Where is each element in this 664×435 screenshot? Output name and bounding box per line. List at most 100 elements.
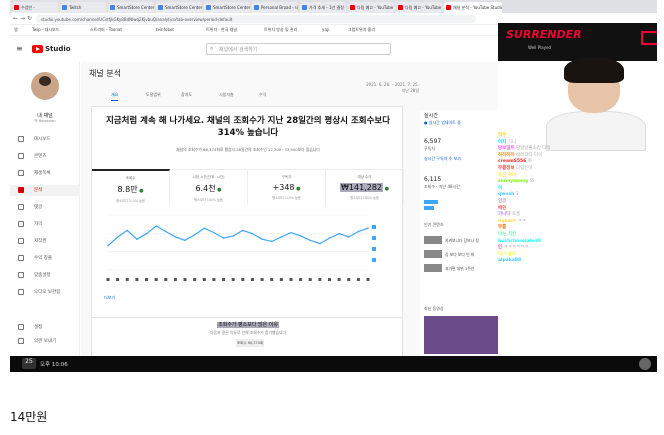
upload-marker-icon[interactable] [299,278,303,281]
sidebar-item[interactable]: 콘텐츠 [10,151,80,162]
check-icon: ● [137,188,144,194]
analytics-tab[interactable]: 수익 [259,92,266,98]
upload-marker-icon[interactable] [337,278,341,281]
realtime-link[interactable]: 실시간 구독자 수 보기 [424,156,461,162]
sidebar-item[interactable]: 저작권 [10,236,80,247]
upload-marker-icon[interactable] [327,278,331,281]
upload-marker-icon[interactable] [250,278,254,281]
bookmark-item[interactable]: 스트리머 - Toonat [90,27,122,33]
reason-views-chip[interactable]: 조회수 66,374회 [236,339,264,347]
upload-marker-icon[interactable] [279,278,283,281]
upload-marker-icon[interactable] [135,278,139,281]
headline: 지금처럼 계속 해 나가세요. 채널의 조회수가 지난 28일간의 평상시 조회… [105,116,391,138]
sidebar-item[interactable]: 설정 [10,322,80,333]
sidebar-item[interactable]: 댓글 [10,202,80,213]
metric-card[interactable]: 구독자 +348 ● 평소보다 115% 높음 [248,169,326,205]
upload-marker-icon[interactable] [356,278,360,281]
date-range[interactable]: 2021. 6. 28. – 2021. 7. 25. 지난 28일 [366,82,419,94]
upload-marker-icon[interactable] [164,278,168,281]
upload-marker-icon[interactable] [231,278,235,281]
upload-marker-icon[interactable] [270,278,274,281]
sidebar-item-label: 자막 [34,222,43,227]
bookmark-item[interactable]: 앱 [14,27,18,33]
tab-favicon-icon [158,5,163,10]
menu-icon[interactable]: ≡ [16,44,23,53]
sidebar-item[interactable]: 오디오 보관함 [10,287,80,298]
top-video-2[interactable]: 감 보다 보다 인 비 [445,252,474,258]
bookmark-item[interactable]: 트위치 - 한국 채널 [206,27,237,33]
upload-marker-icon[interactable] [260,278,264,281]
bookmark-item[interactable]: 트위치 방송 및 관리 [264,27,297,33]
bookmark-item[interactable]: 그랩트위치 올리 [348,27,375,33]
browser-tab[interactable]: SmartStore Center - 네이 [108,2,154,13]
views-point [136,238,138,240]
upload-marker-icon[interactable] [289,278,293,281]
sidebar-item[interactable]: 자막 [10,219,80,230]
youtube-logo-icon[interactable] [32,45,43,53]
video-thumbnail[interactable] [424,236,442,244]
chat-message: creamS556 야 [498,159,532,165]
browser-tab[interactable]: 채널 분석 - YouTube Studio [444,2,502,13]
video-thumbnail[interactable] [424,264,442,272]
upload-marker-icon[interactable] [347,278,351,281]
upload-marker-icon[interactable] [173,278,177,281]
browser-tab[interactable]: 다림 예고 - YouTube [348,2,394,13]
metric-card[interactable]: 예상 수익 ₩141,282 ● 평소보다 185% 높음 [326,169,404,205]
forward-icon[interactable]: → [20,15,25,23]
upload-marker-icon[interactable] [212,278,216,281]
browser-tab[interactable]: 수업반 - [12,2,58,13]
browser-tab[interactable]: SmartStore Center - 네이 [204,2,250,13]
browser-tab[interactable]: 다림 예고 - YouTube [396,2,442,13]
analytics-tab[interactable]: 시청자층 [219,92,234,98]
browser-tab[interactable]: Twitch [60,2,106,13]
search-input[interactable]: ⌕ 채널에서 검색하기 [206,43,391,55]
analytics-tab[interactable]: 개요 [111,92,119,101]
back-icon[interactable]: ← [13,15,18,23]
sidebar-item[interactable]: 의견 보내기 [10,336,80,347]
upload-marker-icon[interactable] [241,278,245,281]
browser-tab[interactable]: Personal Broad - 네이버 [252,2,298,13]
top-video-3[interactable]: 과거편 데뷔 1주년 [445,266,474,272]
analytics-tab[interactable]: 참여도 [181,92,192,98]
upload-marker-icon[interactable] [125,278,129,281]
channel-avatar[interactable] [31,72,59,100]
check-icon: ● [215,187,222,193]
top-content-title: 인기 콘텐츠 [424,222,444,227]
metric-card[interactable]: 조회수 8.8만 ● 평소보다 214% 높음 [92,169,170,205]
upload-marker-icon[interactable] [202,278,206,281]
sidebar-item-label: 저작권 [34,239,47,244]
top-video-1[interactable]: 지켜보니다 당보나 정 [445,238,479,244]
sidebar-item[interactable]: 분석 [10,185,80,196]
see-more-link[interactable]: 더보기 [104,295,115,301]
upload-marker-icon[interactable] [106,278,110,281]
bookmark-item[interactable]: Twip - 대시보드 [32,27,59,33]
browser-tab[interactable]: 가격 추세 - 1년 결정 결정 [300,2,346,13]
reload-icon[interactable]: ↻ [27,15,32,23]
sidebar-item[interactable]: 수익 창출 [10,253,80,264]
upload-marker-icon[interactable] [366,278,370,281]
video-thumbnail[interactable] [424,250,442,258]
sidebar-item-icon [18,153,24,159]
browser-tab[interactable]: SmartStore Center - 네이 [156,2,202,13]
bookmark-item[interactable]: tvinfobot [156,27,174,32]
upload-marker-icon[interactable] [222,278,226,281]
url-field[interactable]: studio.youtube.com/channel/UCstfjkGKy8Bd… [36,15,476,23]
chat-text: 야 [526,159,532,165]
views-point [270,240,273,243]
bookmark-item[interactable]: yap [322,27,329,32]
upload-marker-icon[interactable] [193,278,197,281]
upload-marker-icon[interactable] [145,278,149,281]
sidebar-item[interactable]: 재생목록 [10,168,80,179]
chat-text: 기니 [506,139,516,145]
upload-marker-icon[interactable] [308,278,312,281]
analytics-tab[interactable]: 도달범위 [146,92,161,98]
views-point [164,230,167,233]
sidebar-item[interactable]: 대시보드 [10,134,80,145]
upload-marker-icon[interactable] [318,278,322,281]
upload-marker-icon[interactable] [154,278,158,281]
views-point [107,245,109,247]
sidebar-item[interactable]: 맞춤설정 [10,270,80,281]
upload-marker-icon[interactable] [183,278,187,281]
upload-marker-icon[interactable] [116,278,120,281]
metric-card[interactable]: 시청 시간(단위: 시간) 6.4천 ● 평소보다 100% 높음 [170,169,248,205]
